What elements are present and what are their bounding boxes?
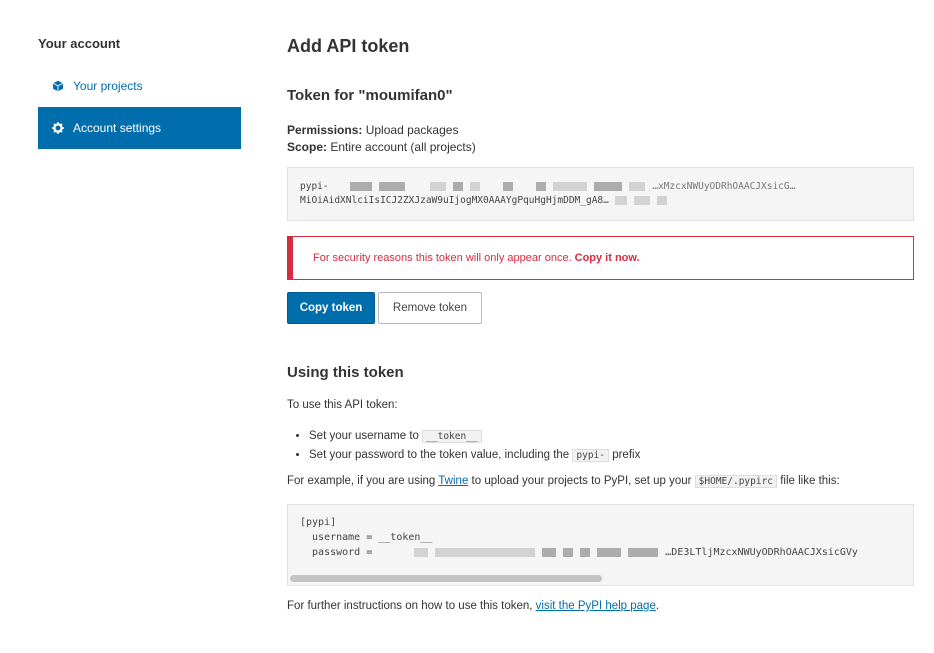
redaction-block <box>542 547 557 557</box>
sidebar-item-label: Your projects <box>73 79 143 93</box>
step-text: prefix <box>612 449 641 461</box>
remove-token-button[interactable]: Remove token <box>378 292 482 324</box>
pypirc-code-block[interactable]: [pypi] username = __token__ password = …… <box>287 504 914 586</box>
code-lines: [pypi] username = __token__ password = …… <box>288 505 913 560</box>
alert-strong: Copy it now. <box>574 252 640 264</box>
further-instructions: For further instructions on how to use t… <box>287 600 659 612</box>
scope-label: Scope: <box>287 140 328 154</box>
inline-code: pypi- <box>572 449 609 462</box>
sidebar-item-account-settings[interactable]: Account settings <box>38 107 241 149</box>
redaction-block <box>629 182 646 191</box>
redaction-block <box>430 182 447 191</box>
example-text-part: file like this: <box>780 475 840 487</box>
step-text: Set your password to the token value, in… <box>309 449 570 461</box>
scope-value: Entire account (all projects) <box>330 140 476 154</box>
token-line1-visible: …xMzcxNWUyODRhOAACJXsicG… <box>652 181 796 192</box>
sidebar-item-label: Account settings <box>73 121 162 135</box>
gear-icon <box>52 122 64 134</box>
token-line2: MiOiAidXNlciIsICJ2ZXJzaW9uIjogMX0AAAYgPq… <box>300 195 609 206</box>
code-line-prefix: password = <box>300 547 379 558</box>
token-heading: Token for "moumifan0" <box>287 87 453 104</box>
code-line: username = __token__ <box>300 532 433 543</box>
redaction-block <box>553 182 588 191</box>
permissions-label: Permissions: <box>287 123 363 137</box>
example-text: For example, if you are using Twine to u… <box>287 475 914 488</box>
code-line-visible: …DE3LTljMzcxNWUyODRhOAACJXsicGVy <box>665 547 858 558</box>
page-title: Add API token <box>287 36 410 56</box>
redaction-block <box>594 182 623 191</box>
code-line: password = …DE3LTljMzcxNWUyODRhOAACJXsic… <box>300 545 901 560</box>
usage-heading: Using this token <box>287 364 404 381</box>
redaction-block <box>580 547 591 557</box>
cube-icon <box>52 80 64 92</box>
alert-text: For security reasons this token will onl… <box>313 252 572 264</box>
token-permissions: Permissions: Upload packages Scope: Enti… <box>287 122 476 156</box>
step-text: Set your username to <box>309 430 419 442</box>
sidebar-heading: Your account <box>38 36 121 51</box>
redaction-block <box>628 547 659 557</box>
redaction-block <box>503 182 514 191</box>
redaction-block <box>536 182 547 191</box>
token-prefix: pypi- <box>300 181 329 192</box>
token-value-box[interactable]: pypi- …xMzcxNWUyODRhOAACJXsicG… MiOiAidX… <box>287 167 914 221</box>
usage-steps: Set your username to __token__ Set your … <box>287 427 640 465</box>
copy-token-button[interactable]: Copy token <box>287 292 375 324</box>
redaction-block <box>563 547 574 557</box>
list-item: Set your username to __token__ <box>309 427 640 446</box>
usage-intro: To use this API token: <box>287 399 398 411</box>
security-alert: For security reasons this token will onl… <box>287 236 914 280</box>
account-sidebar: Your account Your projects Account setti… <box>38 36 241 149</box>
redaction-block <box>597 547 622 557</box>
further-text: For further instructions on how to use t… <box>287 600 533 612</box>
redaction-block <box>470 182 481 191</box>
example-text-part: to upload your projects to PyPI, set up … <box>471 475 692 487</box>
further-text: . <box>655 600 660 612</box>
sidebar-item-your-projects[interactable]: Your projects <box>38 65 241 107</box>
redaction-block <box>414 547 429 557</box>
redaction-block <box>379 182 406 191</box>
horizontal-scrollbar[interactable] <box>290 575 911 583</box>
main-content: Add API token Token for "moumifan0" Perm… <box>287 34 915 612</box>
inline-code: __token__ <box>422 430 482 443</box>
permissions-value: Upload packages <box>365 123 459 137</box>
redaction-block <box>633 196 650 205</box>
example-text-part: For example, if you are using <box>287 475 436 487</box>
redaction-block <box>453 182 464 191</box>
list-item: Set your password to the token value, in… <box>309 446 640 465</box>
redaction-block <box>350 182 373 191</box>
pypi-help-link[interactable]: visit the PyPI help page <box>536 600 656 612</box>
redaction-block <box>656 196 667 205</box>
redaction-block <box>614 196 627 205</box>
inline-code: $HOME/.pypirc <box>694 475 778 488</box>
code-line: [pypi] <box>300 517 337 528</box>
scrollbar-thumb[interactable] <box>290 575 602 582</box>
twine-link[interactable]: Twine <box>438 475 468 487</box>
redaction-block <box>435 547 536 557</box>
